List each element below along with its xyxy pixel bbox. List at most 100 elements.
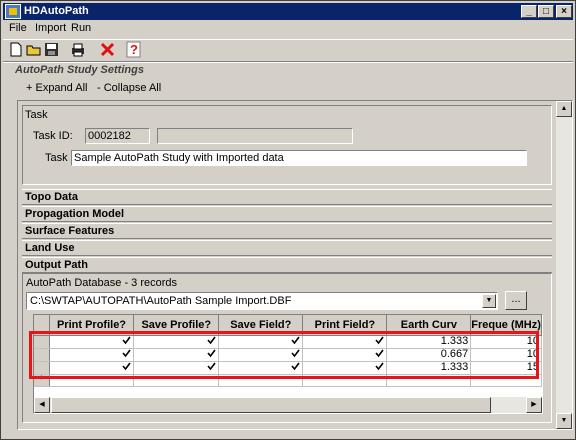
grid-horizontal-scrollbar[interactable]: ◀ ▶ <box>34 397 542 413</box>
checkmark-icon <box>122 362 132 371</box>
database-label: AutoPath Database - 3 records <box>26 277 178 289</box>
menu-run[interactable]: Run <box>71 22 91 34</box>
table-row[interactable]: 0.667 10 <box>34 348 542 362</box>
empty-cell[interactable] <box>302 374 388 387</box>
checkmark-icon <box>122 336 132 345</box>
task-group: Task Task ID: 0002182 Task Sample AutoPa… <box>22 105 552 185</box>
divider <box>3 61 573 63</box>
section-topo-data[interactable]: Topo Data <box>22 189 552 205</box>
open-icon[interactable] <box>25 41 42 58</box>
task-group-label: Task <box>25 109 48 121</box>
toolbar: ? <box>3 39 573 61</box>
scroll-right-icon[interactable]: ▶ <box>526 397 542 413</box>
frequency-cell[interactable]: 10 <box>470 335 542 349</box>
checkmark-icon <box>122 349 132 358</box>
save-profile-checkbox[interactable] <box>133 335 220 349</box>
empty-cell[interactable] <box>133 374 220 387</box>
task-id-extra-field[interactable] <box>157 128 353 144</box>
print-profile-checkbox[interactable] <box>49 348 135 362</box>
row-header[interactable] <box>34 348 50 362</box>
app-icon <box>5 4 21 19</box>
empty-cell[interactable] <box>218 374 304 387</box>
checkmark-icon <box>207 349 216 358</box>
column-header-frequency[interactable]: Freque (MHz) <box>470 315 542 336</box>
grid-corner <box>34 315 50 336</box>
panel-vertical-scrollbar[interactable]: ▲ ▼ <box>556 101 572 429</box>
expand-all-button[interactable]: + Expand All <box>26 82 87 94</box>
app-window: HDAutoPath _ □ × File Import Run ? AutoP… <box>0 0 576 440</box>
title-bar: HDAutoPath _ □ × <box>3 3 573 20</box>
maximize-button[interactable]: □ <box>538 5 554 18</box>
row-header[interactable] <box>34 361 50 375</box>
menu-bar: File Import Run <box>3 21 573 38</box>
scroll-left-icon[interactable]: ◀ <box>34 397 50 413</box>
empty-cell[interactable] <box>49 374 135 387</box>
database-path-select[interactable]: C:\SWTAP\AUTOPATH\AutoPath Sample Import… <box>26 292 498 310</box>
new-icon[interactable] <box>7 41 24 58</box>
new-row-marker: * <box>34 374 50 387</box>
print-field-checkbox[interactable] <box>302 348 388 362</box>
print-profile-checkbox[interactable] <box>49 335 135 349</box>
print-icon[interactable] <box>69 41 86 58</box>
save-profile-checkbox[interactable] <box>133 348 220 362</box>
row-header[interactable] <box>34 335 50 349</box>
save-profile-checkbox[interactable] <box>133 361 220 375</box>
scroll-thumb[interactable] <box>51 397 491 413</box>
checkmark-icon <box>291 336 300 345</box>
checkmark-icon <box>375 362 385 371</box>
column-header-save-field[interactable]: Save Field? <box>218 315 304 336</box>
column-header-save-profile[interactable]: Save Profile? <box>133 315 220 336</box>
section-surface-features[interactable]: Surface Features <box>22 223 552 239</box>
task-id-field[interactable]: 0002182 <box>85 128 150 144</box>
browse-button[interactable]: ... <box>505 291 527 310</box>
svg-text:?: ? <box>130 42 138 57</box>
save-field-checkbox[interactable] <box>218 335 304 349</box>
frequency-cell[interactable]: 10 <box>470 348 542 362</box>
column-header-print-field[interactable]: Print Field? <box>302 315 388 336</box>
task-name-label: Task <box>45 152 68 164</box>
chevron-down-icon[interactable]: ▼ <box>482 294 496 308</box>
task-name-field[interactable]: Sample AutoPath Study with Imported data <box>71 150 527 166</box>
task-id-label: Task ID: <box>33 130 73 142</box>
section-land-use[interactable]: Land Use <box>22 240 552 256</box>
checkmark-icon <box>375 349 385 358</box>
print-profile-checkbox[interactable] <box>49 361 135 375</box>
collapse-all-button[interactable]: - Collapse All <box>97 82 161 94</box>
save-field-checkbox[interactable] <box>218 361 304 375</box>
records-grid[interactable]: Print Profile? Save Profile? Save Field?… <box>33 314 543 414</box>
minimize-button[interactable]: _ <box>521 5 537 18</box>
menu-import[interactable]: Import <box>35 22 66 34</box>
scroll-up-icon[interactable]: ▲ <box>556 101 572 117</box>
close-button[interactable]: × <box>556 5 572 18</box>
section-propagation-model[interactable]: Propagation Model <box>22 206 552 222</box>
frequency-cell[interactable]: 15 <box>470 361 542 375</box>
section-output-path[interactable]: Output Path <box>22 257 552 273</box>
table-row[interactable]: 1.333 10 <box>34 335 542 349</box>
column-header-print-profile[interactable]: Print Profile? <box>49 315 135 336</box>
checkmark-icon <box>207 336 216 345</box>
database-path-value: C:\SWTAP\AUTOPATH\AutoPath Sample Import… <box>30 295 292 307</box>
checkmark-icon <box>291 349 300 358</box>
table-row[interactable]: 1.333 15 <box>34 361 542 375</box>
new-row[interactable]: * <box>34 374 542 387</box>
study-settings-title: AutoPath Study Settings <box>15 64 144 76</box>
print-field-checkbox[interactable] <box>302 335 388 349</box>
earth-curv-cell[interactable]: 1.333 <box>386 361 472 375</box>
help-icon[interactable]: ? <box>125 41 142 58</box>
checkmark-icon <box>207 362 216 371</box>
grid-body: 1.333 10 0.667 10 1.333 15 * <box>34 335 542 387</box>
save-icon[interactable] <box>43 41 60 58</box>
print-field-checkbox[interactable] <box>302 361 388 375</box>
database-group: AutoPath Database - 3 records C:\SWTAP\A… <box>22 273 552 423</box>
earth-curv-cell[interactable]: 1.333 <box>386 335 472 349</box>
scroll-down-icon[interactable]: ▼ <box>556 413 572 429</box>
earth-curv-cell[interactable]: 0.667 <box>386 348 472 362</box>
save-field-checkbox[interactable] <box>218 348 304 362</box>
column-header-earth-curv[interactable]: Earth Curv <box>386 315 472 336</box>
empty-cell[interactable] <box>470 374 542 387</box>
checkmark-icon <box>375 336 385 345</box>
menu-file[interactable]: File <box>9 22 27 34</box>
delete-icon[interactable] <box>99 41 116 58</box>
window-title: HDAutoPath <box>24 5 89 17</box>
empty-cell[interactable] <box>386 374 472 387</box>
